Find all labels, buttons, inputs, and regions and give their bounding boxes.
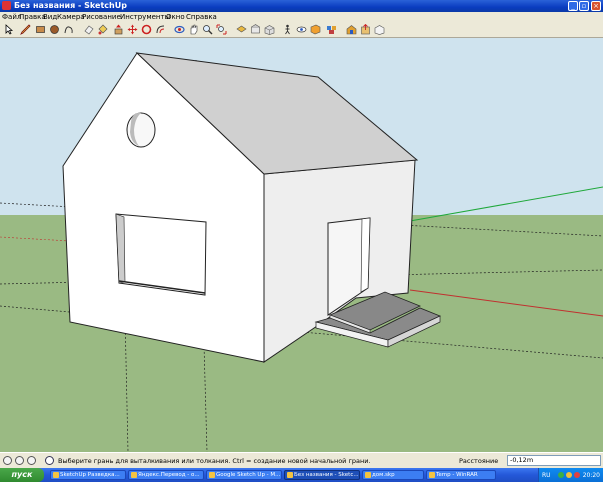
- rectangle-icon[interactable]: [35, 24, 46, 35]
- top-view-icon[interactable]: [236, 24, 247, 35]
- network-icon[interactable]: [558, 472, 564, 478]
- status-bar: Выберите грань для выталкивания или толк…: [0, 452, 603, 468]
- walk-icon[interactable]: [282, 24, 293, 35]
- rotate-icon[interactable]: [141, 24, 152, 35]
- taskbar-item-winrar[interactable]: Temp - WinRAR: [426, 470, 496, 480]
- drawing-viewport[interactable]: [0, 38, 603, 452]
- browser-icon: [131, 472, 137, 478]
- menu-help[interactable]: Справка: [186, 13, 217, 21]
- warehouse-icon[interactable]: [346, 24, 357, 35]
- credits-icon[interactable]: [15, 456, 24, 465]
- maximize-button[interactable]: ▫: [579, 1, 589, 11]
- minimize-button[interactable]: _: [568, 1, 578, 11]
- zoom-icon[interactable]: [202, 24, 213, 35]
- front-view-icon[interactable]: [250, 24, 261, 35]
- look-icon[interactable]: [296, 24, 307, 35]
- move-icon[interactable]: [127, 24, 138, 35]
- start-button[interactable]: пуск: [0, 468, 44, 482]
- browser-icon: [209, 472, 215, 478]
- taskbar-item-untitled-sketchup[interactable]: Без названия - Sketc...: [284, 470, 360, 480]
- close-button[interactable]: ×: [591, 1, 601, 11]
- zoom-extents-icon[interactable]: [216, 24, 227, 35]
- status-hint: Выберите грань для выталкивания или толк…: [58, 457, 371, 465]
- component-icon[interactable]: [326, 24, 337, 35]
- pencil-icon[interactable]: [20, 24, 31, 35]
- circle-icon[interactable]: [49, 24, 60, 35]
- help-icon[interactable]: [45, 456, 54, 465]
- sketchup-icon: [287, 472, 293, 478]
- taskbar-item-dom-skp[interactable]: дом.skp: [362, 470, 424, 480]
- system-tray: RU 20:20: [538, 468, 603, 482]
- menu-edit[interactable]: Правка: [19, 13, 46, 21]
- taskbar-item-yandex[interactable]: Яндекс.Перевод - о...: [128, 470, 204, 480]
- taskbar-item-sketchup-guide[interactable]: SketchUp Разведка...: [50, 470, 126, 480]
- taskbar: пуск SketchUp Разведка... Яндекс.Перевод…: [0, 468, 603, 482]
- share-icon[interactable]: [360, 24, 371, 35]
- iso-view-icon[interactable]: [264, 24, 275, 35]
- volume-icon[interactable]: [566, 472, 572, 478]
- polygon-icon[interactable]: [63, 24, 74, 35]
- title-bar: Без названия - SketchUp _ ▫ ×: [0, 0, 603, 12]
- push-pull-icon[interactable]: [113, 24, 124, 35]
- menu-bar: Файл Правка Вид Камера Рисование Инструм…: [0, 12, 603, 22]
- winrar-icon: [429, 472, 435, 478]
- user-icon[interactable]: [27, 456, 36, 465]
- ie-icon: [53, 472, 59, 478]
- pan-icon[interactable]: [188, 24, 199, 35]
- menu-window[interactable]: Окно: [166, 13, 185, 21]
- paint-bucket-icon[interactable]: [97, 24, 108, 35]
- antivirus-icon[interactable]: [574, 472, 580, 478]
- language-indicator[interactable]: RU: [542, 472, 551, 479]
- measurements-input[interactable]: -0,12m: [507, 455, 601, 466]
- window-title: Без названия - SketchUp: [14, 1, 127, 10]
- clock: 20:20: [582, 472, 600, 479]
- section-icon[interactable]: [310, 24, 321, 35]
- orbit-icon[interactable]: [174, 24, 185, 35]
- menu-camera[interactable]: Камера: [57, 13, 85, 21]
- menu-tools[interactable]: Инструменты: [120, 13, 170, 21]
- taskbar-item-google-sketchup[interactable]: Google Sketch Up - M...: [206, 470, 282, 480]
- offset-icon[interactable]: [155, 24, 166, 35]
- geo-location-icon[interactable]: [3, 456, 12, 465]
- select-icon[interactable]: [4, 24, 15, 35]
- measurements-label: Расстояние: [459, 457, 499, 465]
- toolbar: [0, 22, 603, 38]
- model-info-icon[interactable]: [374, 24, 385, 35]
- eraser-icon[interactable]: [83, 24, 94, 35]
- menu-view[interactable]: Вид: [43, 13, 57, 21]
- folder-icon: [365, 472, 371, 478]
- sketchup-app-icon: [2, 1, 11, 10]
- menu-draw[interactable]: Рисование: [82, 13, 121, 21]
